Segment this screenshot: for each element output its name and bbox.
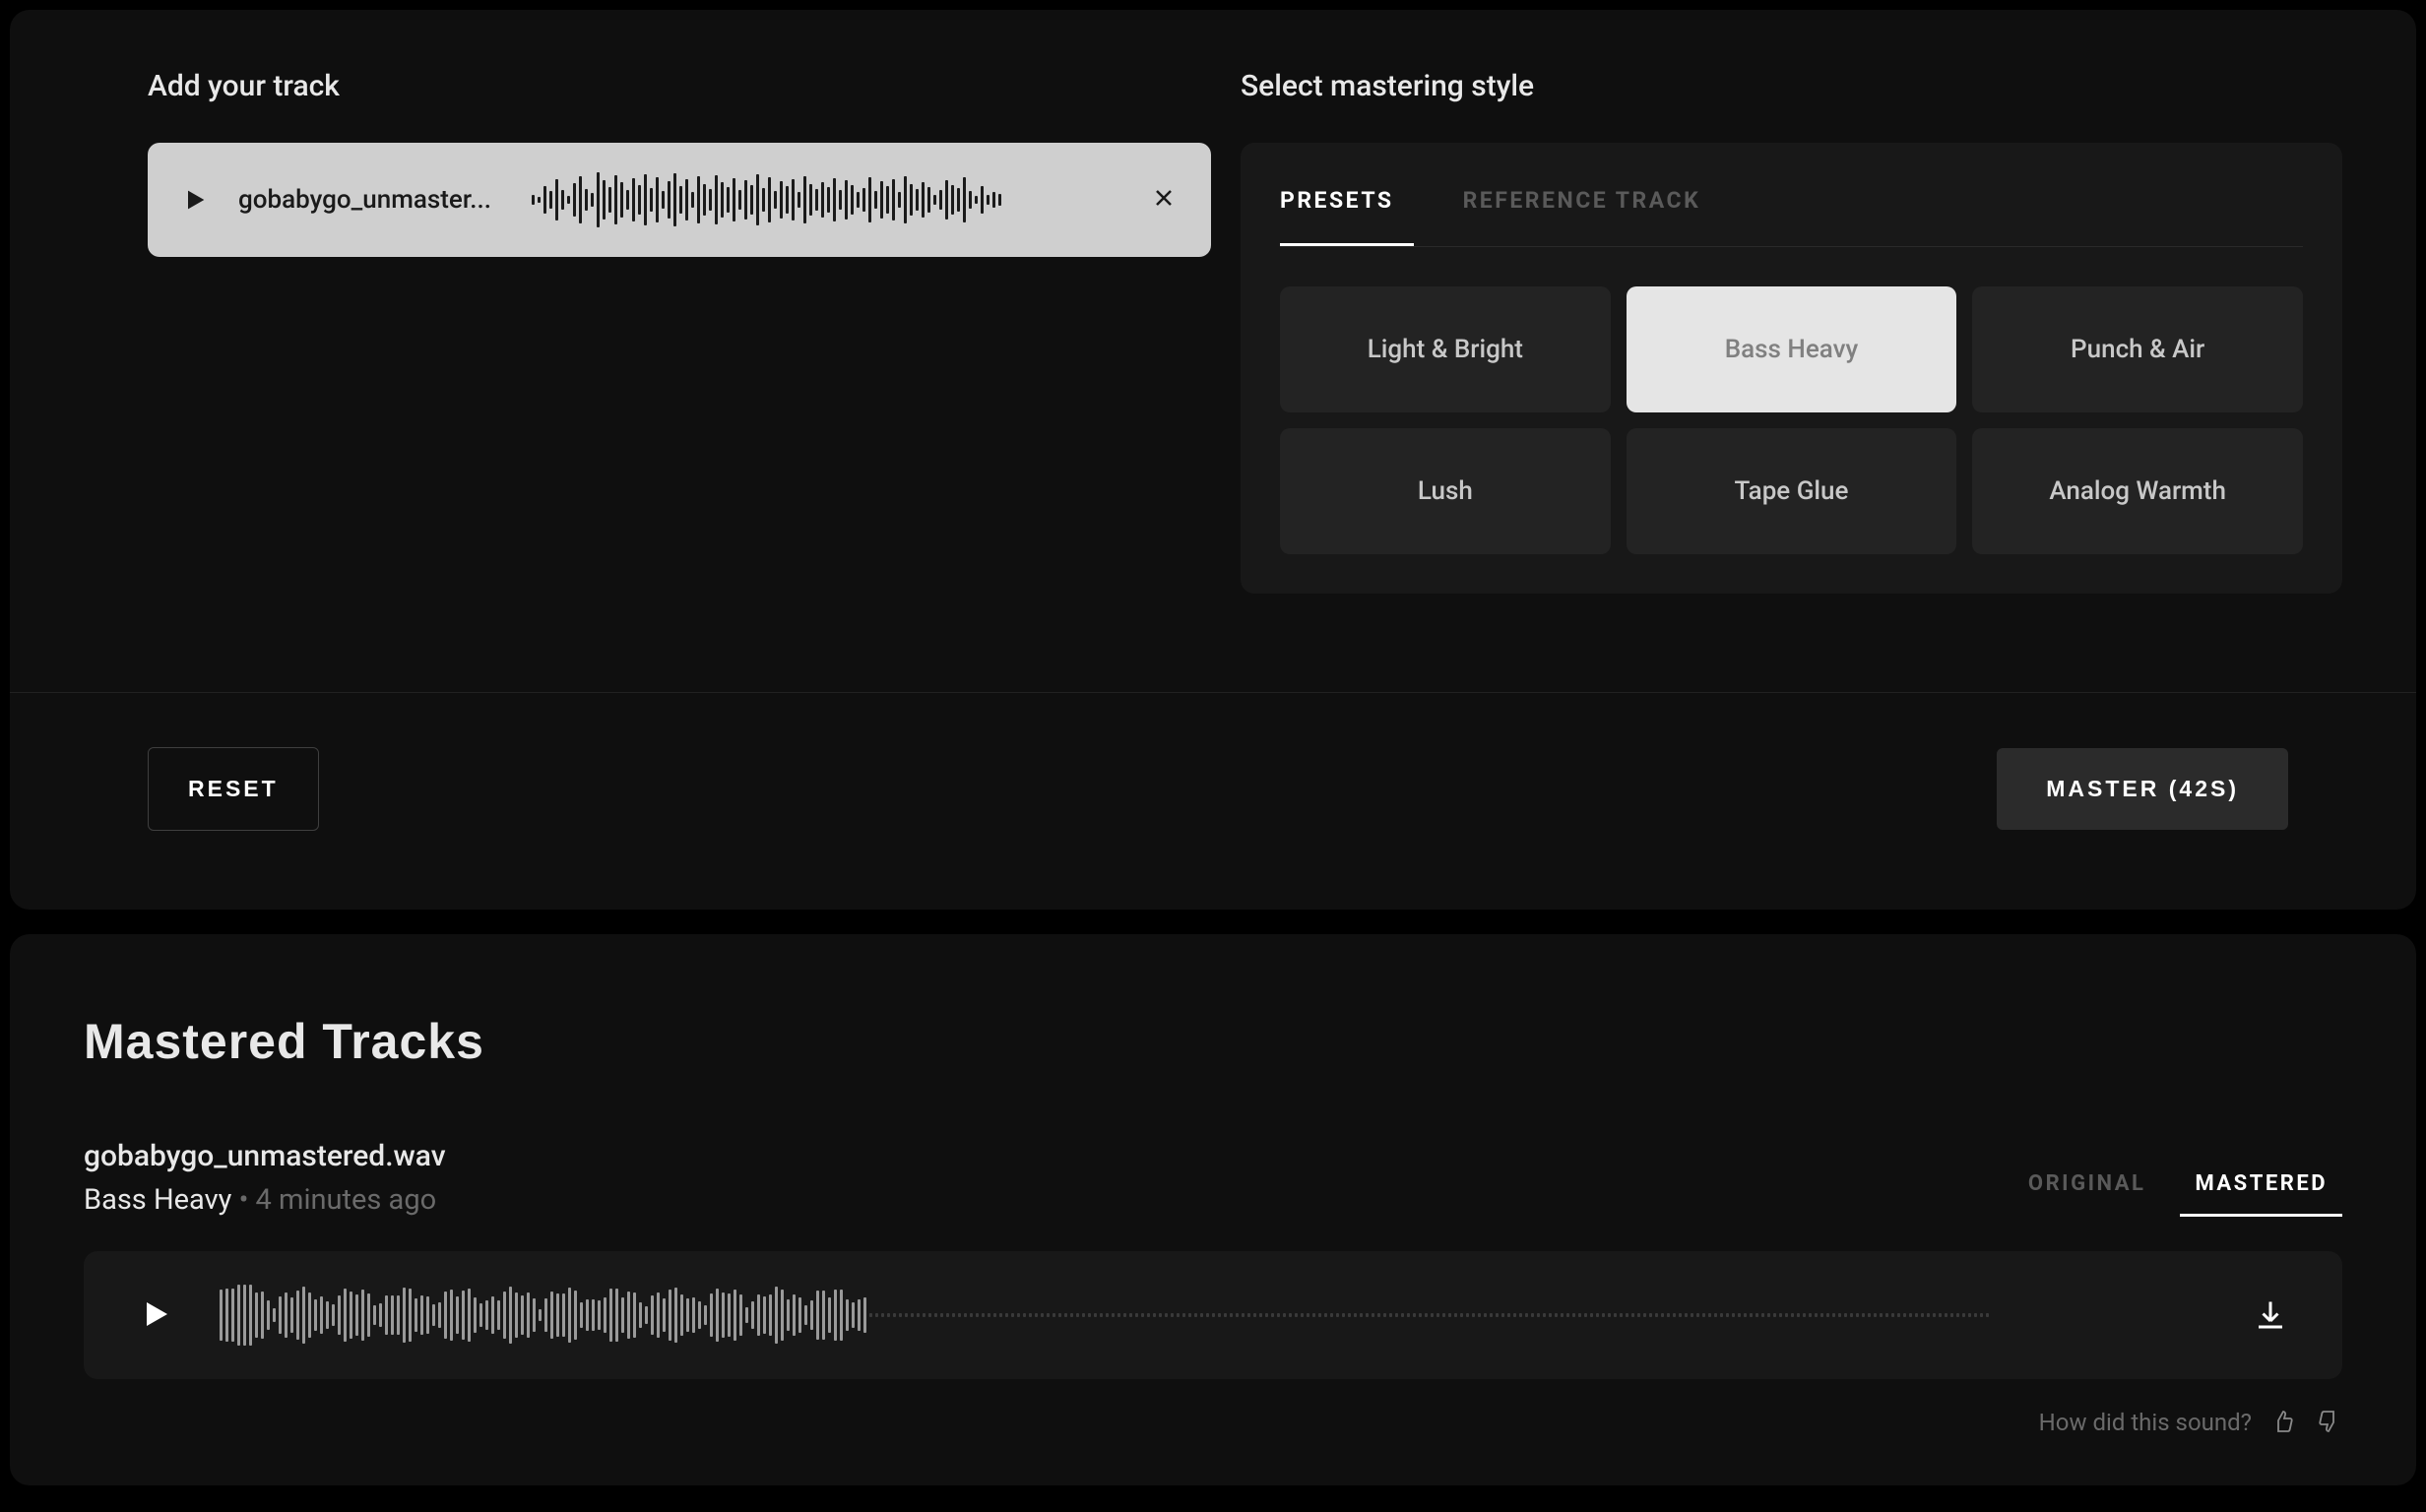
- preset-analog-warmth[interactable]: Analog Warmth: [1972, 428, 2303, 554]
- thumbs-up-button[interactable]: [2271, 1410, 2297, 1435]
- result-waveform[interactable]: [220, 1284, 2208, 1347]
- preset-bass-heavy[interactable]: Bass Heavy: [1627, 286, 1957, 412]
- play-preview-button[interactable]: [179, 184, 211, 216]
- version-tab-original[interactable]: ORIGINAL: [2013, 1154, 2161, 1217]
- reset-button[interactable]: RESET: [148, 747, 319, 831]
- preset-lush[interactable]: Lush: [1280, 428, 1611, 554]
- result-preset: Bass Heavy: [84, 1183, 231, 1217]
- add-track-heading: Add your track: [148, 69, 1211, 103]
- setup-columns: Add your track gobabygo_unmaster... Sele…: [10, 10, 2416, 692]
- meta-separator: •: [231, 1183, 255, 1217]
- mastered-tracks-card: Mastered Tracks gobabygo_unmastered.wav …: [10, 934, 2416, 1485]
- thumbs-down-button[interactable]: [2317, 1410, 2342, 1435]
- remove-track-button[interactable]: [1152, 186, 1180, 214]
- style-tabs: PRESETS REFERENCE TRACK: [1280, 143, 2303, 247]
- version-tab-mastered[interactable]: MASTERED: [2180, 1154, 2342, 1217]
- action-row: RESET MASTER (42S): [10, 693, 2416, 910]
- tab-presets[interactable]: PRESETS: [1280, 143, 1414, 246]
- download-button[interactable]: [2253, 1297, 2288, 1333]
- feedback-prompt: How did this sound?: [2039, 1409, 2252, 1436]
- uploaded-filename: gobabygo_unmaster...: [238, 185, 504, 215]
- play-icon: [138, 1296, 173, 1332]
- thumbs-down-icon: [2317, 1410, 2340, 1433]
- style-heading: Select mastering style: [1241, 69, 2342, 103]
- mastered-tracks-title: Mastered Tracks: [84, 1013, 2342, 1070]
- download-icon: [2253, 1297, 2288, 1333]
- track-header-row: gobabygo_unmastered.wav Bass Heavy • 4 m…: [84, 1139, 2342, 1217]
- result-timestamp: 4 minutes ago: [256, 1183, 437, 1217]
- feedback-row: How did this sound?: [84, 1409, 2342, 1436]
- result-meta: Bass Heavy • 4 minutes ago: [84, 1183, 446, 1217]
- style-column: Select mastering style PRESETS REFERENCE…: [1241, 69, 2342, 594]
- track-info: gobabygo_unmastered.wav Bass Heavy • 4 m…: [84, 1139, 446, 1217]
- preset-grid: Light & Bright Bass Heavy Punch & Air Lu…: [1280, 286, 2303, 554]
- close-icon: [1152, 186, 1176, 210]
- preview-waveform[interactable]: [532, 170, 1124, 229]
- style-panel: PRESETS REFERENCE TRACK Light & Bright B…: [1241, 143, 2342, 594]
- preset-light-bright[interactable]: Light & Bright: [1280, 286, 1611, 412]
- mastering-setup-card: Add your track gobabygo_unmaster... Sele…: [10, 10, 2416, 910]
- version-tabs: ORIGINAL MASTERED: [2013, 1154, 2342, 1217]
- play-icon: [181, 186, 209, 214]
- result-player: [84, 1251, 2342, 1379]
- upload-column: Add your track gobabygo_unmaster...: [148, 69, 1211, 594]
- thumbs-up-icon: [2271, 1410, 2295, 1433]
- preset-tape-glue[interactable]: Tape Glue: [1627, 428, 1957, 554]
- tab-reference-track[interactable]: REFERENCE TRACK: [1443, 143, 1721, 246]
- uploaded-track-bar: gobabygo_unmaster...: [148, 143, 1211, 257]
- play-result-button[interactable]: [138, 1296, 175, 1334]
- preset-punch-air[interactable]: Punch & Air: [1972, 286, 2303, 412]
- result-filename: gobabygo_unmastered.wav: [84, 1139, 446, 1173]
- master-button[interactable]: MASTER (42S): [1997, 748, 2288, 830]
